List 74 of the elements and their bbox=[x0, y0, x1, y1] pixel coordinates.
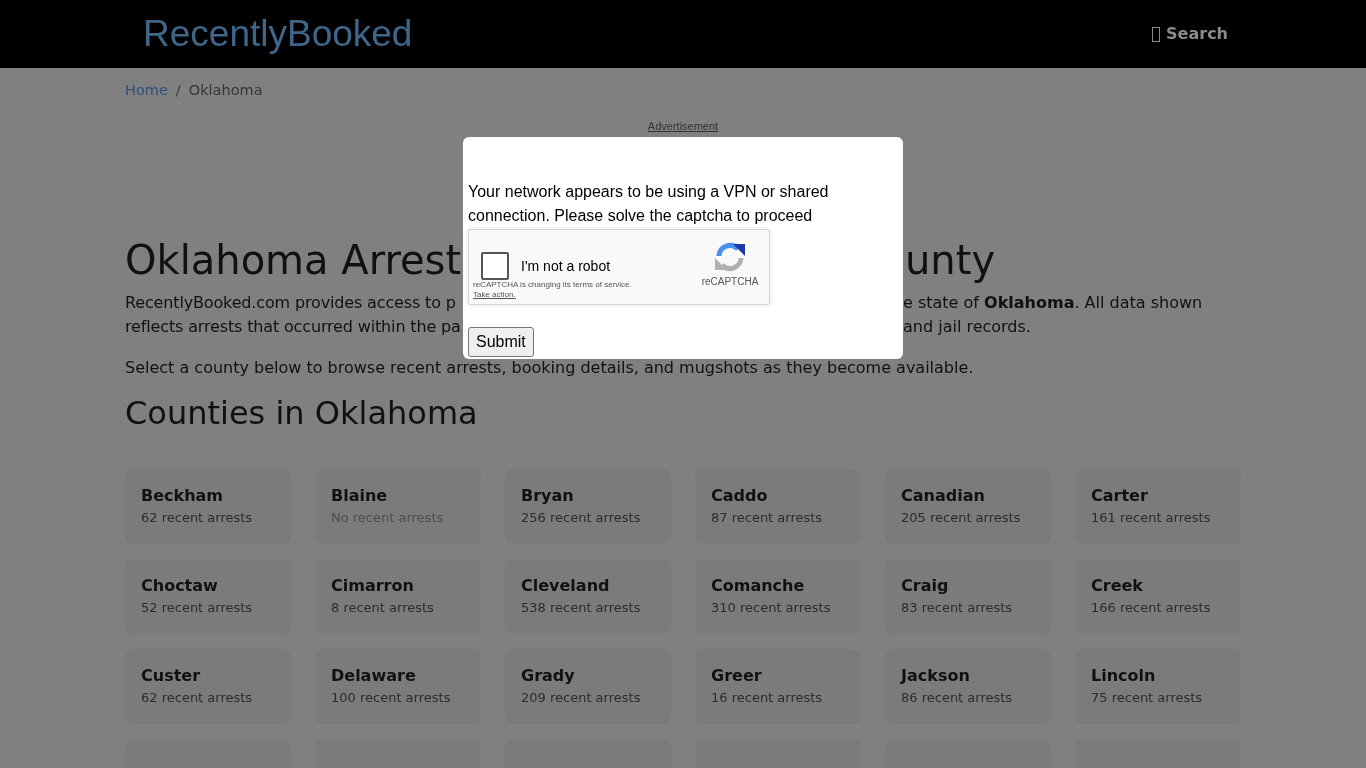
arrest-count: 8 recent arrests bbox=[331, 599, 434, 617]
intro-text: Select a county below to browse recent arrests, booking details, and mugshots as they become available. bbox=[125, 359, 975, 377]
county-card[interactable]: Custer 62 recent arrests bbox=[125, 649, 291, 724]
arrest-count: 62 recent arrests bbox=[141, 509, 253, 527]
county-name: Greer bbox=[711, 666, 762, 686]
county-name: Carter bbox=[1091, 486, 1148, 506]
county-name: Beckham bbox=[141, 486, 224, 506]
search-link[interactable]: Search bbox=[1152, 24, 1228, 44]
arrest-count: 100 recent arrests bbox=[331, 689, 451, 707]
county-name: Cimarron bbox=[331, 576, 414, 596]
site-logo[interactable]: RecentlyBooked bbox=[143, 12, 413, 56]
county-card[interactable]: Jackson 86 recent arrests bbox=[885, 649, 1051, 724]
arrest-count: 62 recent arrests bbox=[141, 689, 253, 707]
county-card[interactable]: Canadian 205 recent arrests bbox=[885, 469, 1051, 544]
arrest-count: 87 recent arrests bbox=[711, 509, 823, 527]
county-card[interactable]: Carter 161 recent arrests bbox=[1075, 469, 1241, 544]
county-name: Choctaw bbox=[141, 576, 218, 596]
county-name: Canadian bbox=[901, 486, 985, 506]
county-card[interactable]: Craig 83 recent arrests bbox=[885, 559, 1051, 634]
county-card[interactable]: Cleveland 538 recent arrests bbox=[505, 559, 671, 634]
arrest-count: 209 recent arrests bbox=[521, 689, 641, 707]
county-name: Craig bbox=[901, 576, 949, 596]
county-name: Comanche bbox=[711, 576, 805, 596]
county-name: Creek bbox=[1091, 576, 1143, 596]
county-name: Lincoln bbox=[1091, 666, 1156, 686]
county-card[interactable]: Delaware 100 recent arrests bbox=[315, 649, 481, 724]
county-card[interactable]: Bryan 256 recent arrests bbox=[505, 469, 671, 544]
county-name: Blaine bbox=[331, 486, 388, 506]
take-action-link[interactable]: Take action. bbox=[473, 290, 516, 300]
county-name: Custer bbox=[141, 666, 201, 686]
section-heading: Counties in Oklahoma bbox=[125, 394, 479, 432]
dialog-message: Your network appears to be using a VPN or shared connection. Please solve the captcha to proceed bbox=[468, 182, 830, 226]
arrest-count: 75 recent arrests bbox=[1091, 689, 1203, 707]
intro-text: and jail records. bbox=[903, 316, 1031, 338]
terms-notice: reCAPTCHA is changing its terms of service. bbox=[473, 280, 632, 290]
intro-text: reflects arrests that occurred within the pa bbox=[125, 316, 461, 338]
county-card[interactable]: Greer 16 recent arrests bbox=[695, 649, 861, 724]
arrest-count: 16 recent arrests bbox=[711, 689, 823, 707]
checkbox-label: I'm not a robot bbox=[521, 257, 611, 275]
captcha-checkbox[interactable] bbox=[481, 252, 509, 280]
breadcrumb-current: Oklahoma bbox=[188, 81, 263, 100]
county-card[interactable]: Creek 166 recent arrests bbox=[1075, 559, 1241, 634]
arrest-count: 161 recent arrests bbox=[1091, 509, 1211, 527]
county-name: Jackson bbox=[901, 666, 970, 686]
arrest-count: 166 recent arrests bbox=[1091, 599, 1211, 617]
arrest-count: 538 recent arrests bbox=[521, 599, 641, 617]
county-card[interactable]: Comanche 310 recent arrests bbox=[695, 559, 861, 634]
page-title: unty bbox=[904, 236, 996, 284]
county-card[interactable]: Caddo 87 recent arrests bbox=[695, 469, 861, 544]
arrest-count: 83 recent arrests bbox=[901, 599, 1013, 617]
county-name: Grady bbox=[521, 666, 575, 686]
county-name: Delaware bbox=[331, 666, 416, 686]
submit-button[interactable]: Submit bbox=[468, 327, 534, 357]
county-name: Bryan bbox=[521, 486, 574, 506]
county-card[interactable]: Lincoln 75 recent arrests bbox=[1075, 649, 1241, 724]
missing-glyph-icon bbox=[1152, 26, 1161, 42]
captcha-brand-label: reCAPTCHA bbox=[701, 276, 759, 288]
arrest-count: 256 recent arrests bbox=[521, 509, 641, 527]
intro-text: e state of Oklahoma. All data shown bbox=[903, 292, 1203, 314]
page-title: Oklahoma Arrest bbox=[125, 236, 462, 284]
county-name: Cleveland bbox=[521, 576, 610, 596]
intro-text: RecentlyBooked.com provides access to p bbox=[125, 292, 456, 314]
arrest-count: 86 recent arrests bbox=[901, 689, 1013, 707]
arrest-count: 52 recent arrests bbox=[141, 599, 253, 617]
arrest-count: 310 recent arrests bbox=[711, 599, 831, 617]
county-card[interactable]: Grady 209 recent arrests bbox=[505, 649, 671, 724]
county-name: Caddo bbox=[711, 486, 768, 506]
arrest-count: 205 recent arrests bbox=[901, 509, 1021, 527]
county-card[interactable]: Choctaw 52 recent arrests bbox=[125, 559, 291, 634]
county-card[interactable]: Beckham 62 recent arrests bbox=[125, 469, 291, 544]
circular-arrows-icon bbox=[714, 241, 746, 273]
breadcrumb-separator: / bbox=[175, 81, 181, 100]
advertisement-link[interactable]: Advertisement bbox=[647, 119, 719, 133]
county-card[interactable]: Cimarron 8 recent arrests bbox=[315, 559, 481, 634]
